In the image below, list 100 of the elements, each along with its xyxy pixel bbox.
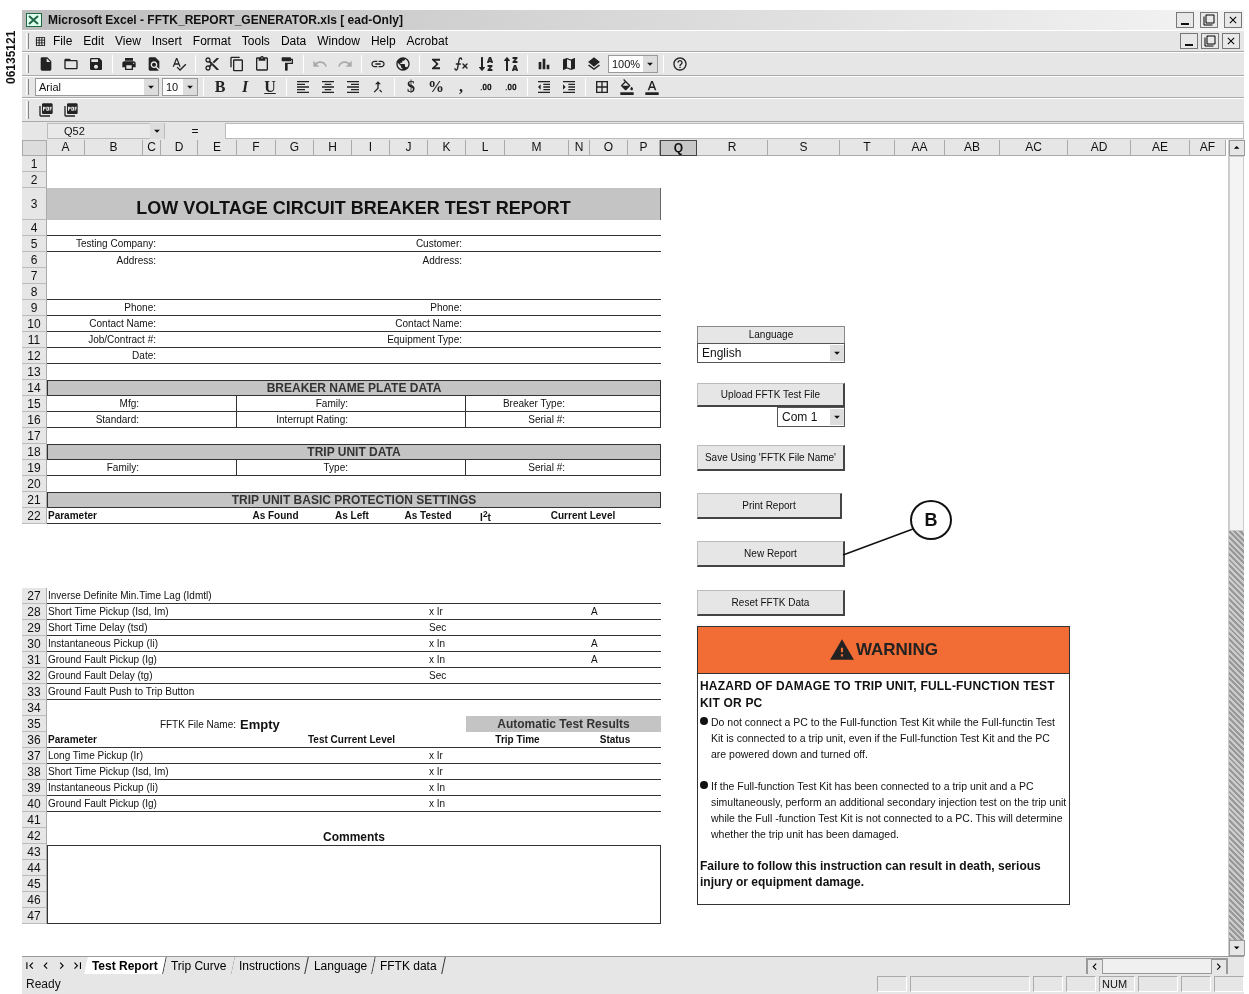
row-number[interactable]: 15 <box>22 396 47 412</box>
column-header[interactable]: E <box>198 140 237 156</box>
row-number[interactable]: 28 <box>22 604 47 620</box>
column-header[interactable]: P <box>628 140 660 156</box>
row-number[interactable]: 4 <box>22 220 47 236</box>
font-size-select[interactable]: 10 <box>162 78 198 96</box>
column-header[interactable]: R <box>697 140 768 156</box>
row-number[interactable]: 10 <box>22 316 47 332</box>
menu-item[interactable]: Help <box>366 33 400 49</box>
port-select[interactable]: Com 1 <box>777 407 845 427</box>
row-number[interactable]: 2 <box>22 172 47 188</box>
minimize-button[interactable] <box>1176 12 1194 28</box>
column-header[interactable]: T <box>840 140 895 156</box>
row-number[interactable]: 9 <box>22 300 47 316</box>
row-number[interactable]: 34 <box>22 700 47 716</box>
column-header[interactable]: M <box>505 140 569 156</box>
sheet-tab[interactable]: Instructions <box>231 957 310 974</box>
column-header[interactable]: I <box>352 140 390 156</box>
bold-button[interactable]: B <box>209 77 231 97</box>
row-number[interactable]: 5 <box>22 236 47 252</box>
comma-button[interactable]: , <box>450 77 472 97</box>
row-number[interactable]: 30 <box>22 636 47 652</box>
row-number[interactable]: 44 <box>22 860 47 876</box>
close-button[interactable] <box>1222 33 1240 49</box>
column-header[interactable]: AB <box>945 140 1000 156</box>
row-number[interactable]: 18 <box>22 444 47 460</box>
sheet-tab[interactable]: FFTK data <box>372 957 446 974</box>
menu-item[interactable]: Acrobat <box>402 33 452 49</box>
formula-field[interactable] <box>225 123 1244 139</box>
scroll-thumb[interactable] <box>1229 156 1244 531</box>
menu-item[interactable]: Data <box>276 33 311 49</box>
row-number[interactable]: 6 <box>22 252 47 268</box>
menu-item[interactable]: Format <box>188 33 235 49</box>
column-header[interactable]: AF <box>1190 140 1226 156</box>
column-header[interactable]: F <box>237 140 276 156</box>
reset-button[interactable]: Reset FFTK Data <box>697 590 845 616</box>
column-header[interactable]: J <box>390 140 428 156</box>
row-number[interactable]: 3 <box>22 188 47 220</box>
row-number[interactable]: 32 <box>22 668 47 684</box>
column-header[interactable]: Q <box>660 140 697 156</box>
scroll-right-button[interactable] <box>1211 958 1227 975</box>
workbook-icon[interactable] <box>35 35 46 47</box>
italic-button[interactable]: I <box>234 77 256 97</box>
row-number[interactable]: 17 <box>22 428 47 444</box>
row-number[interactable]: 19 <box>22 460 47 476</box>
row-number[interactable]: 35 <box>22 716 47 732</box>
column-header[interactable]: C <box>143 140 161 156</box>
name-box[interactable]: Q52 <box>47 123 165 139</box>
row-number[interactable]: 22 <box>22 508 47 524</box>
row-number[interactable]: 21 <box>22 492 47 508</box>
column-header[interactable]: K <box>428 140 466 156</box>
menu-item[interactable]: File <box>49 33 77 49</box>
underline-button[interactable]: U <box>259 77 281 97</box>
close-button[interactable] <box>1224 12 1242 28</box>
scroll-down-button[interactable] <box>1229 940 1245 956</box>
row-number[interactable]: 31 <box>22 652 47 668</box>
row-number[interactable]: 14 <box>22 380 47 396</box>
row-number[interactable]: 20 <box>22 476 47 492</box>
row-number[interactable]: 38 <box>22 764 47 780</box>
menu-item[interactable]: Edit <box>79 33 109 49</box>
column-header[interactable]: H <box>314 140 352 156</box>
column-header[interactable]: B <box>85 140 143 156</box>
column-header[interactable]: AE <box>1131 140 1190 156</box>
column-header[interactable]: S <box>768 140 840 156</box>
menu-item[interactable]: View <box>111 33 145 49</box>
row-number[interactable]: 29 <box>22 620 47 636</box>
column-header[interactable]: G <box>276 140 314 156</box>
row-number[interactable]: 13 <box>22 364 47 380</box>
sheet-tab[interactable]: Trip Curve <box>163 957 236 974</box>
comments-box[interactable] <box>47 845 661 924</box>
row-number[interactable]: 37 <box>22 748 47 764</box>
column-header[interactable]: N <box>569 140 590 156</box>
column-header[interactable]: O <box>590 140 628 156</box>
row-number[interactable]: 41 <box>22 812 47 828</box>
row-number[interactable]: 43 <box>22 844 47 860</box>
new-report-button[interactable]: New Report <box>697 541 845 567</box>
row-number[interactable]: 16 <box>22 412 47 428</box>
menu-item[interactable]: Tools <box>237 33 274 49</box>
save-button[interactable]: Save Using 'FFTK File Name' <box>697 445 845 471</box>
row-number[interactable]: 36 <box>22 732 47 748</box>
scroll-left-button[interactable] <box>1087 958 1103 975</box>
maximize-button[interactable] <box>1200 12 1218 28</box>
column-header[interactable]: AA <box>895 140 945 156</box>
upload-button[interactable]: Upload FFTK Test File <box>697 383 845 407</box>
minimize-button[interactable] <box>1180 33 1198 49</box>
vertical-scrollbar[interactable] <box>1228 140 1244 956</box>
menu-item[interactable]: Insert <box>147 33 186 49</box>
column-header[interactable]: D <box>161 140 198 156</box>
column-header[interactable]: L <box>466 140 505 156</box>
row-number[interactable]: 8 <box>22 284 47 300</box>
currency-button[interactable]: $ <box>400 77 422 97</box>
column-header[interactable]: AD <box>1068 140 1131 156</box>
column-header[interactable]: A <box>47 140 85 156</box>
row-number[interactable]: 7 <box>22 268 47 284</box>
row-number[interactable]: 11 <box>22 332 47 348</box>
sheet-tab[interactable]: Test Report <box>84 957 167 974</box>
font-select[interactable]: Arial <box>35 78 159 96</box>
language-select[interactable]: English <box>697 343 845 363</box>
row-number[interactable]: 39 <box>22 780 47 796</box>
column-header[interactable]: AC <box>1000 140 1068 156</box>
